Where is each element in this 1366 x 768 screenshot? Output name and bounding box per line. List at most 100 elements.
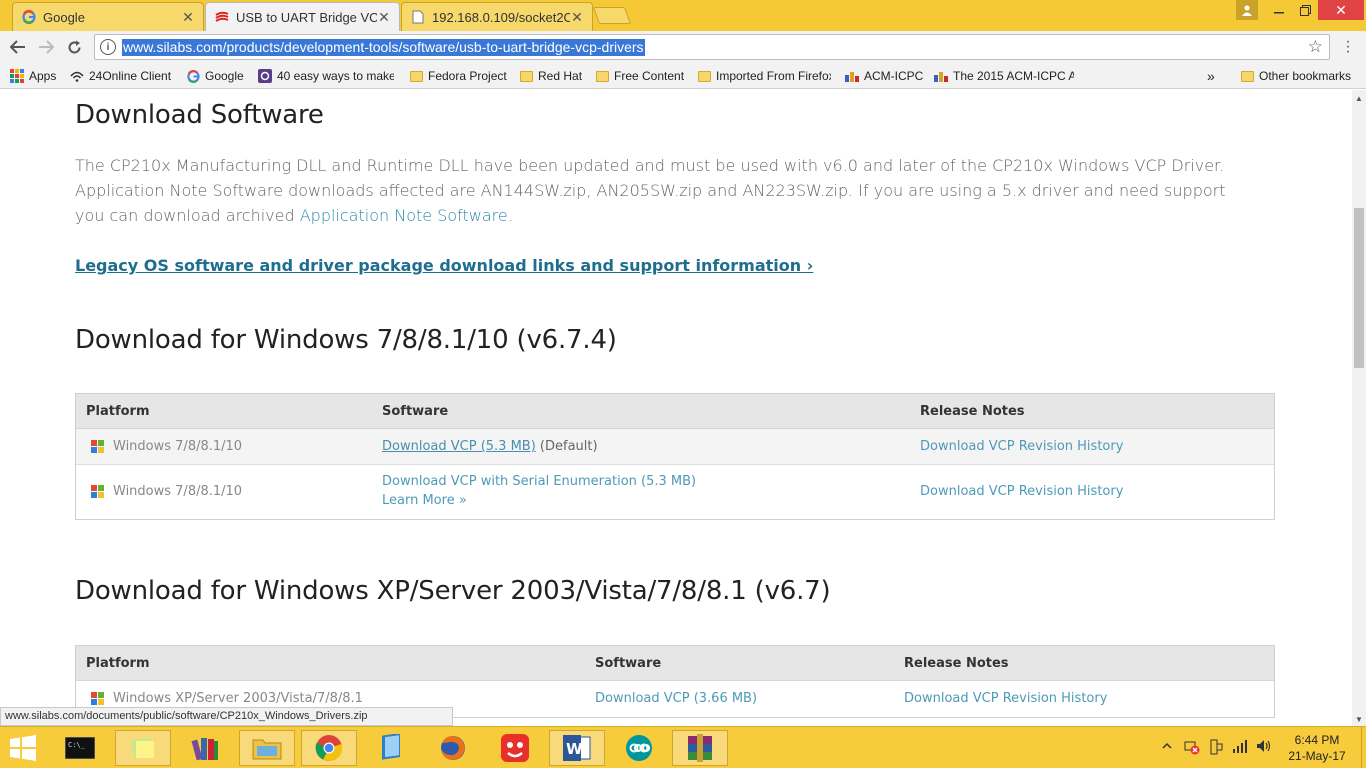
bookmark-redhat[interactable]: Red Hat: [519, 67, 582, 85]
tab-title: 192.168.0.109/socket2OF: [432, 9, 570, 25]
taskbar-clock[interactable]: 6:44 PM 21-May-17: [1283, 732, 1351, 764]
scrollbar-thumb[interactable]: [1354, 208, 1364, 368]
file-explorer-icon[interactable]: [239, 730, 295, 766]
apps-grid-icon: [10, 69, 24, 83]
legacy-os-link[interactable]: Legacy OS software and driver package do…: [75, 256, 813, 275]
close-tab-icon[interactable]: ✕: [377, 9, 391, 26]
bookmark-apps[interactable]: Apps: [10, 67, 56, 85]
folder-icon: [697, 69, 711, 83]
books-icon[interactable]: [178, 730, 234, 766]
folder-icon: [519, 69, 533, 83]
scroll-up-icon[interactable]: ▲: [1355, 94, 1363, 103]
show-desktop-button[interactable]: [1361, 727, 1366, 768]
page-scrollbar[interactable]: ▲ ▼: [1352, 90, 1366, 726]
bookmark-star-icon[interactable]: ☆: [1308, 37, 1323, 57]
platform-cell: Windows 7/8/8.1/10: [91, 484, 242, 499]
back-arrow-icon[interactable]: [7, 37, 29, 57]
bookmark-2015-acm-icpc[interactable]: The 2015 ACM-ICPC A: [934, 67, 1074, 85]
platform-header: Platform: [86, 404, 150, 419]
bookmark-free-content[interactable]: Free Content: [595, 67, 684, 85]
software-cell: Download VCP (3.66 MB): [595, 691, 757, 706]
svg-text:W: W: [566, 740, 583, 758]
software-extra-cell: Learn More »: [382, 493, 467, 508]
status-bubble: www.silabs.com/documents/public/software…: [0, 707, 453, 726]
application-note-link[interactable]: Application Note Software.: [300, 206, 513, 225]
page-content: Download Software The CP210x Manufacturi…: [0, 90, 1352, 726]
clock-date: 21-May-17: [1288, 749, 1346, 763]
acm-icon: [845, 69, 859, 83]
wifi-icon: [70, 69, 84, 83]
close-tab-icon[interactable]: ✕: [570, 9, 584, 26]
revision-history-link[interactable]: Download VCP Revision History: [904, 691, 1107, 706]
address-bar[interactable]: i www.silabs.com/products/development-to…: [94, 34, 1330, 60]
google-g-icon: [21, 9, 37, 25]
network-warning-icon[interactable]: [1184, 739, 1200, 758]
platform-header: Platform: [86, 656, 150, 671]
info-icon[interactable]: i: [100, 39, 116, 55]
close-window-button[interactable]: ✕: [1318, 0, 1364, 20]
page-icon: [410, 9, 426, 25]
intro-paragraph: The CP210x Manufacturing DLL and Runtime…: [75, 156, 1226, 225]
usb-device-icon[interactable]: [1208, 739, 1224, 758]
forward-arrow-icon[interactable]: [35, 37, 57, 57]
menu-dots-icon[interactable]: · · ·: [1342, 34, 1354, 60]
download-vcp-link[interactable]: Download VCP (3.66 MB): [595, 691, 757, 706]
book-app-icon[interactable]: [364, 730, 420, 766]
bookmark-other[interactable]: Other bookmarks: [1240, 67, 1351, 85]
learn-more-link[interactable]: Learn More »: [382, 493, 467, 508]
revision-history-link[interactable]: Download VCP Revision History: [920, 484, 1123, 499]
table-row: Windows 7/8/8.1/10 Download VCP with Ser…: [76, 465, 1274, 519]
tab-title: Google: [43, 9, 85, 25]
bookmark-40-easy-ways[interactable]: 40 easy ways to make: [258, 67, 394, 85]
chrome-icon[interactable]: [301, 730, 357, 766]
folder-icon: [1240, 69, 1254, 83]
release-notes-header: Release Notes: [920, 404, 1025, 419]
tray-expand-icon[interactable]: [1162, 739, 1172, 753]
winrar-icon[interactable]: [672, 730, 728, 766]
minimize-button[interactable]: [1266, 0, 1292, 20]
scroll-down-icon[interactable]: ▼: [1355, 715, 1363, 724]
signal-strength-icon[interactable]: [1232, 739, 1248, 756]
windows10-title: Download for Windows 7/8/8.1/10 (v6.7.4): [75, 325, 617, 355]
tab-socket[interactable]: 192.168.0.109/socket2OF ✕: [401, 2, 593, 31]
windows-logo-icon: [91, 484, 106, 499]
new-tab-button[interactable]: [592, 7, 632, 24]
software-header: Software: [382, 404, 449, 419]
software-header: Software: [595, 656, 662, 671]
firefox-icon[interactable]: [425, 730, 481, 766]
bookmarks-bar: Apps 24Online Client Google 40 easy ways…: [0, 63, 1366, 89]
software-cell: Download VCP (5.3 MB) (Default): [382, 439, 598, 454]
windows-logo-icon: [91, 691, 106, 706]
word-icon[interactable]: W: [549, 730, 605, 766]
bookmark-google[interactable]: Google: [186, 67, 244, 85]
bookmark-imported-firefox[interactable]: Imported From Firefox: [697, 67, 831, 85]
notes-cell: Download VCP Revision History: [920, 484, 1123, 499]
bookmark-24online[interactable]: 24Online Client: [70, 67, 171, 85]
clock-time: 6:44 PM: [1294, 733, 1340, 747]
windows-start-icon[interactable]: [8, 735, 38, 761]
baidu-app-icon[interactable]: [487, 730, 543, 766]
bookmark-fedora[interactable]: Fedora Project: [409, 67, 507, 85]
profile-icon[interactable]: [1236, 0, 1258, 20]
windows10-download-table: Platform Software Release Notes Windows …: [75, 393, 1275, 520]
close-tab-icon[interactable]: ✕: [181, 9, 195, 26]
table-row: Windows 7/8/8.1/10 Download VCP (5.3 MB)…: [76, 429, 1274, 465]
download-vcp-serial-link[interactable]: Download VCP with Serial Enumeration (5.…: [382, 474, 696, 489]
bookmarks-overflow-button[interactable]: »: [1207, 67, 1215, 85]
address-url[interactable]: www.silabs.com/products/development-tool…: [122, 38, 645, 56]
tab-usb-uart[interactable]: USB to UART Bridge VCP ✕: [205, 2, 400, 31]
folder-icon: [409, 69, 423, 83]
tab-google[interactable]: Google ✕: [12, 2, 204, 31]
release-notes-header: Release Notes: [904, 656, 1009, 671]
cmd-icon[interactable]: C:\_: [52, 730, 108, 766]
tab-title: USB to UART Bridge VCP: [236, 9, 377, 25]
arduino-icon[interactable]: [611, 730, 667, 766]
reload-icon[interactable]: [63, 37, 85, 57]
bookmark-acm-icpc[interactable]: ACM-ICPC: [845, 67, 923, 85]
revision-history-link[interactable]: Download VCP Revision History: [920, 439, 1123, 454]
download-vcp-link[interactable]: Download VCP (5.3 MB): [382, 439, 536, 454]
volume-icon[interactable]: [1256, 739, 1272, 756]
sticky-notes-icon[interactable]: [115, 730, 171, 766]
restore-button[interactable]: [1292, 0, 1318, 20]
section-title: Download Software: [75, 100, 324, 130]
